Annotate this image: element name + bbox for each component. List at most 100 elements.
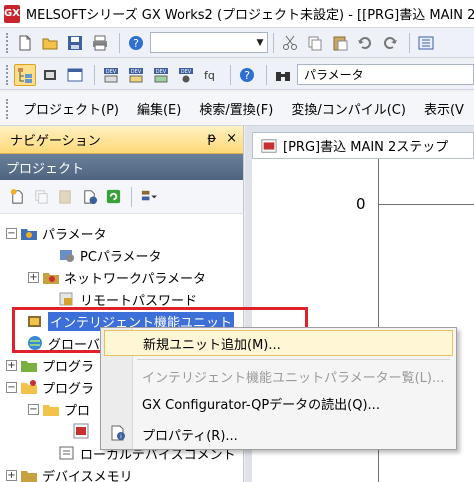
context-menu-separator: [137, 359, 450, 360]
window-title: MELSOFTシリーズ GX Works2 (プロジェクト未設定) - [[PR…: [25, 8, 474, 23]
standard-toolbar: ? ▼: [0, 28, 474, 58]
device-search-icon[interactable]: fq: [200, 64, 222, 86]
step-number: 0: [356, 195, 366, 213]
project-section-header: プロジェクト: [0, 154, 243, 180]
undo-icon[interactable]: [354, 32, 376, 54]
paste-data-icon[interactable]: [54, 186, 76, 208]
parameter-search-field[interactable]: パラメータ: [297, 64, 474, 85]
expand-icon[interactable]: +: [6, 359, 17, 371]
new-data-icon[interactable]: [6, 186, 28, 208]
menu-item-gx-configurator-read[interactable]: GX Configurator-QPデータの読出(Q)...: [104, 390, 453, 416]
toolbar-separator: [409, 32, 410, 53]
chevron-down-icon[interactable]: ▼: [253, 33, 267, 52]
tree-item-pc-parameter[interactable]: PCパラメータ: [58, 244, 162, 266]
collapse-icon[interactable]: −: [6, 227, 17, 239]
navigation-header: ナビゲーション ᵽ ×: [0, 126, 243, 154]
tree-item-parameter[interactable]: − パラメータ: [6, 222, 107, 244]
app-icon: GX: [4, 4, 20, 23]
help-icon[interactable]: ?: [125, 32, 147, 54]
document-tab-title: [PRG]書込 MAIN 2ステップ: [283, 140, 449, 155]
menu-edit[interactable]: 編集(E): [128, 99, 190, 118]
context-menu: 新規ユニット追加(M)... インテリジェント機能ユニットパラメーター覧(L).…: [100, 327, 457, 450]
svg-text:DEV: DEV: [131, 69, 142, 75]
expand-icon[interactable]: +: [6, 469, 17, 481]
parameter-folder-icon: [21, 229, 37, 240]
unit-icon[interactable]: [39, 64, 61, 86]
menu-find-replace[interactable]: 検索/置換(F): [190, 99, 282, 118]
rung-line: [379, 204, 474, 205]
tree-item-remote-password[interactable]: リモートパスワード: [58, 288, 197, 310]
device-comment-icon: [59, 446, 74, 460]
tree-item-program-sub[interactable]: − プロ: [28, 398, 90, 420]
svg-text:fq: fq: [204, 69, 215, 82]
menu-project[interactable]: プロジェクト(P): [14, 99, 128, 118]
toolbar-separator: [94, 64, 95, 85]
pc-parameter-icon: [60, 250, 74, 262]
menu-convert-compile[interactable]: 変換/コンパイル(C): [282, 99, 415, 118]
navigation-title: ナビゲーション: [10, 134, 101, 149]
refresh-icon[interactable]: [102, 186, 124, 208]
expand-icon[interactable]: +: [28, 271, 39, 283]
open-folder-icon[interactable]: [39, 32, 61, 54]
paste-icon[interactable]: [329, 32, 351, 54]
ladder-icon[interactable]: [415, 32, 437, 54]
toolbar-separator: [273, 32, 274, 53]
redo-icon[interactable]: [379, 32, 401, 54]
globe-icon: [28, 336, 42, 350]
menu-item-add-new-unit[interactable]: 新規ユニット追加(M)...: [104, 330, 453, 356]
tree-item-main-program[interactable]: [72, 420, 94, 442]
svg-text:DEV: DEV: [106, 69, 117, 75]
document-tab[interactable]: [PRG]書込 MAIN 2ステップ: [252, 132, 474, 158]
dev-read-icon[interactable]: DEV: [100, 64, 122, 86]
network-parameter-icon: [43, 273, 59, 284]
properties-icon: i: [111, 425, 125, 441]
toolbar-separator: [266, 64, 267, 85]
project-combo[interactable]: ▼: [150, 32, 268, 53]
dev-verify-icon[interactable]: DEV: [150, 64, 172, 86]
tree-item-program[interactable]: + プログラ: [6, 354, 94, 376]
device-memory-icon: [21, 471, 37, 482]
collapse-icon[interactable]: −: [28, 403, 39, 415]
svg-text:?: ?: [133, 37, 139, 50]
svg-text:DEV: DEV: [181, 69, 192, 75]
pin-icon[interactable]: ᵽ: [207, 131, 216, 146]
help-icon[interactable]: ?: [236, 64, 258, 86]
close-icon[interactable]: ×: [226, 131, 237, 146]
menu-item-intelligent-unit-parameter-list[interactable]: インテリジェント機能ユニットパラメーター覧(L)...: [104, 363, 453, 389]
menu-bar: プロジェクト(P) 編集(E) 検索/置換(F) 変換/コンパイル(C) 表示(…: [0, 92, 474, 126]
toolbar-grip[interactable]: [6, 64, 9, 85]
remote-password-icon: [59, 292, 73, 306]
copy-icon[interactable]: [304, 32, 326, 54]
menu-item-properties[interactable]: i プロパティ(R)...: [104, 421, 453, 447]
copy-data-icon[interactable]: [30, 186, 52, 208]
tree-view-icon[interactable]: [14, 63, 36, 86]
program-tab-icon: [261, 138, 277, 153]
sort-icon[interactable]: [137, 186, 159, 208]
properties-icon[interactable]: [78, 186, 100, 208]
tree-item-device-memory[interactable]: + デバイスメモリ: [6, 464, 133, 482]
project-toolbar: [0, 180, 243, 214]
program-file-icon: [43, 405, 59, 416]
binoculars-icon[interactable]: [272, 64, 294, 86]
tree-item-global[interactable]: グローバ: [26, 332, 100, 354]
toolbar-separator: [230, 64, 231, 85]
save-icon[interactable]: [64, 32, 86, 54]
menu-view[interactable]: 表示(V: [415, 99, 473, 118]
new-file-icon[interactable]: [14, 32, 36, 54]
cut-icon[interactable]: [279, 32, 301, 54]
tree-item-program-setting[interactable]: − プログラ: [6, 376, 94, 398]
svg-text:?: ?: [244, 69, 250, 82]
program-toolbar: DEV DEV DEV DEV fq ? パラメータ: [0, 60, 474, 90]
program-folder-icon: [21, 361, 37, 372]
tree-item-network-parameter[interactable]: + ネットワークパラメータ: [28, 266, 206, 288]
title-bar: GX MELSOFTシリーズ GX Works2 (プロジェクト未設定) - […: [0, 0, 474, 28]
window-icon[interactable]: [64, 64, 86, 86]
toolbar-grip[interactable]: [6, 32, 9, 53]
dev-write-icon[interactable]: DEV: [125, 64, 147, 86]
toolbar-separator: [131, 186, 132, 207]
dev-monitor-icon[interactable]: DEV: [175, 64, 197, 86]
collapse-icon[interactable]: −: [6, 381, 17, 393]
program-setting-icon: [21, 380, 37, 394]
menubar-grip[interactable]: [6, 98, 9, 119]
print-icon[interactable]: [89, 32, 111, 54]
